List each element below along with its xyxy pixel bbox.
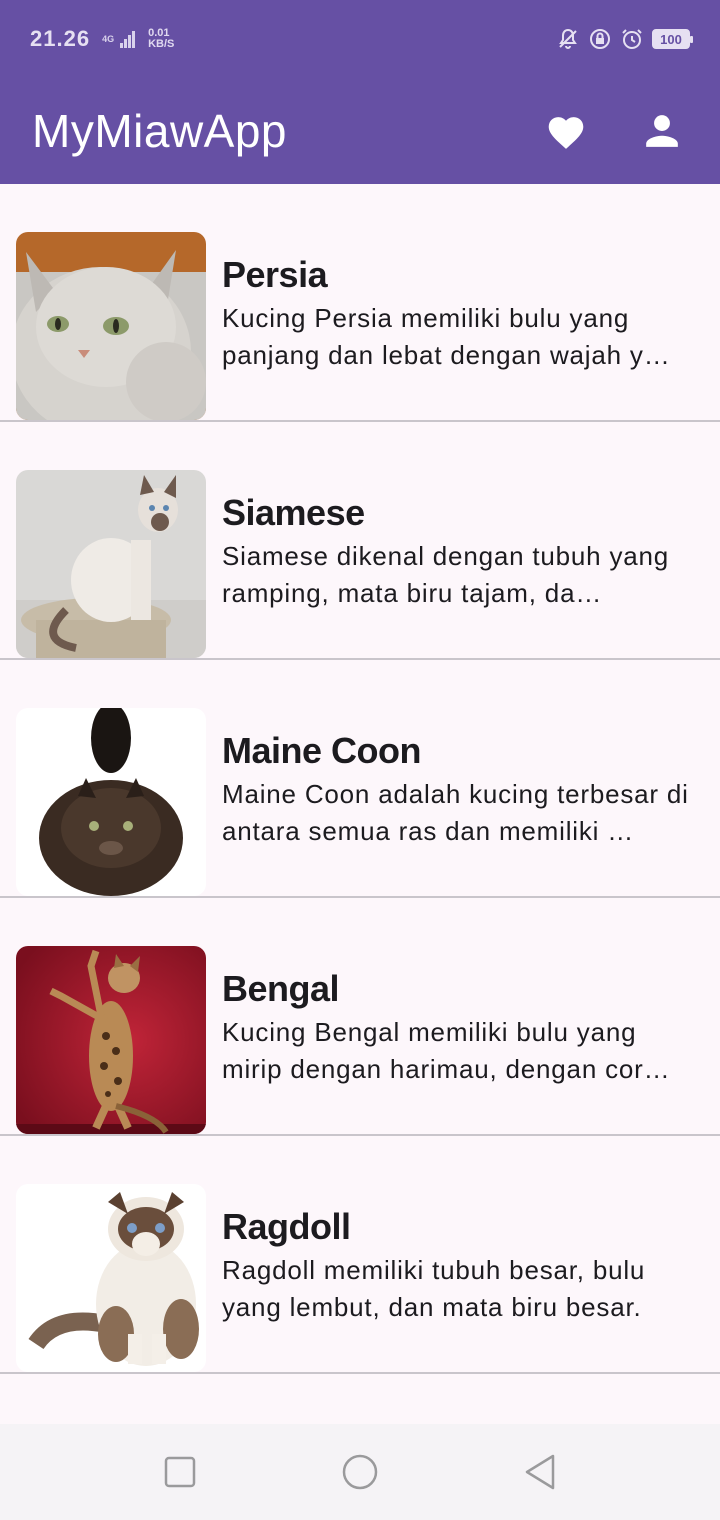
top-app-bar: MyMiawApp [0,78,720,184]
app-title: MyMiawApp [32,105,288,157]
cat-info: Siamese Siamese dikenal dengan tubuh yan… [222,492,692,612]
cat-info: Bengal Kucing Bengal memiliki bulu yang … [222,968,692,1088]
persian-cat-image [16,232,206,420]
bengal-cat-image [16,946,206,1134]
list-item[interactable]: Siamese Siamese dikenal dengan tubuh yan… [0,422,720,660]
recents-button[interactable] [150,1442,210,1502]
network-type: 4G [102,34,115,44]
bell-off-icon [559,28,577,49]
status-time: 21.26 [30,26,91,51]
cat-image [16,232,206,420]
circle-icon [342,1454,378,1490]
network-speed: 0.01 KB/S [148,28,174,50]
list-item[interactable]: Ragdoll Ragdoll memiliki tubuh besar, bu… [0,1136,720,1374]
list-item[interactable]: Bengal Kucing Bengal memiliki bulu yang … [0,898,720,1136]
favorites-button[interactable] [544,109,588,153]
lock-rotation-icon [590,29,610,49]
cat-description: Kucing Bengal memiliki bulu yang mirip d… [222,1017,671,1084]
cat-name: Bengal [222,968,340,1009]
cat-info: Ragdoll Ragdoll memiliki tubuh besar, bu… [222,1206,692,1326]
back-button[interactable] [510,1442,570,1502]
network-indicator: 4G 0.01 KB/S [102,28,174,50]
cat-name: Persia [222,254,328,295]
alarm-icon [622,29,642,49]
cat-image [16,708,206,896]
signal-icon [120,31,136,48]
list-item[interactable]: Persia Kucing Persia memiliki bulu yang … [0,184,720,422]
cat-description: Kucing Persia memiliki bulu yang panjang… [222,303,671,370]
cat-description: Siamese dikenal dengan tubuh yang rampin… [222,541,670,608]
app-bar-actions [544,109,688,153]
battery-indicator: 100 [652,29,693,49]
cat-image [16,470,206,658]
home-button[interactable] [330,1442,390,1502]
status-bar: 21.26 4G 0.01 KB/S 100 [0,0,720,78]
cat-description: Maine Coon adalah kucing terbesar di ant… [222,779,689,846]
system-nav-bar [0,1424,720,1520]
maine-coon-cat-image [16,708,206,896]
cat-name: Maine Coon [222,730,422,771]
square-icon [164,1456,196,1488]
cat-name: Siamese [222,492,365,533]
list-item[interactable]: Maine Coon Maine Coon adalah kucing terb… [0,660,720,898]
siamese-cat-image [16,470,206,658]
heart-icon [548,117,584,149]
cat-description: Ragdoll memiliki tubuh besar, bulu yang … [222,1255,646,1322]
person-icon [646,115,678,147]
cat-info: Persia Kucing Persia memiliki bulu yang … [222,254,692,374]
speed-unit: KB/S [148,38,175,50]
ragdoll-cat-image [16,1184,206,1372]
cat-image [16,1184,206,1372]
cat-image [16,946,206,1134]
triangle-back-icon [525,1454,555,1490]
status-icons: 100 [556,27,693,51]
cat-info: Maine Coon Maine Coon adalah kucing terb… [222,730,692,850]
profile-button[interactable] [640,109,684,153]
cat-name: Ragdoll [222,1206,351,1247]
cat-list: Persia Kucing Persia memiliki bulu yang … [0,184,720,1374]
